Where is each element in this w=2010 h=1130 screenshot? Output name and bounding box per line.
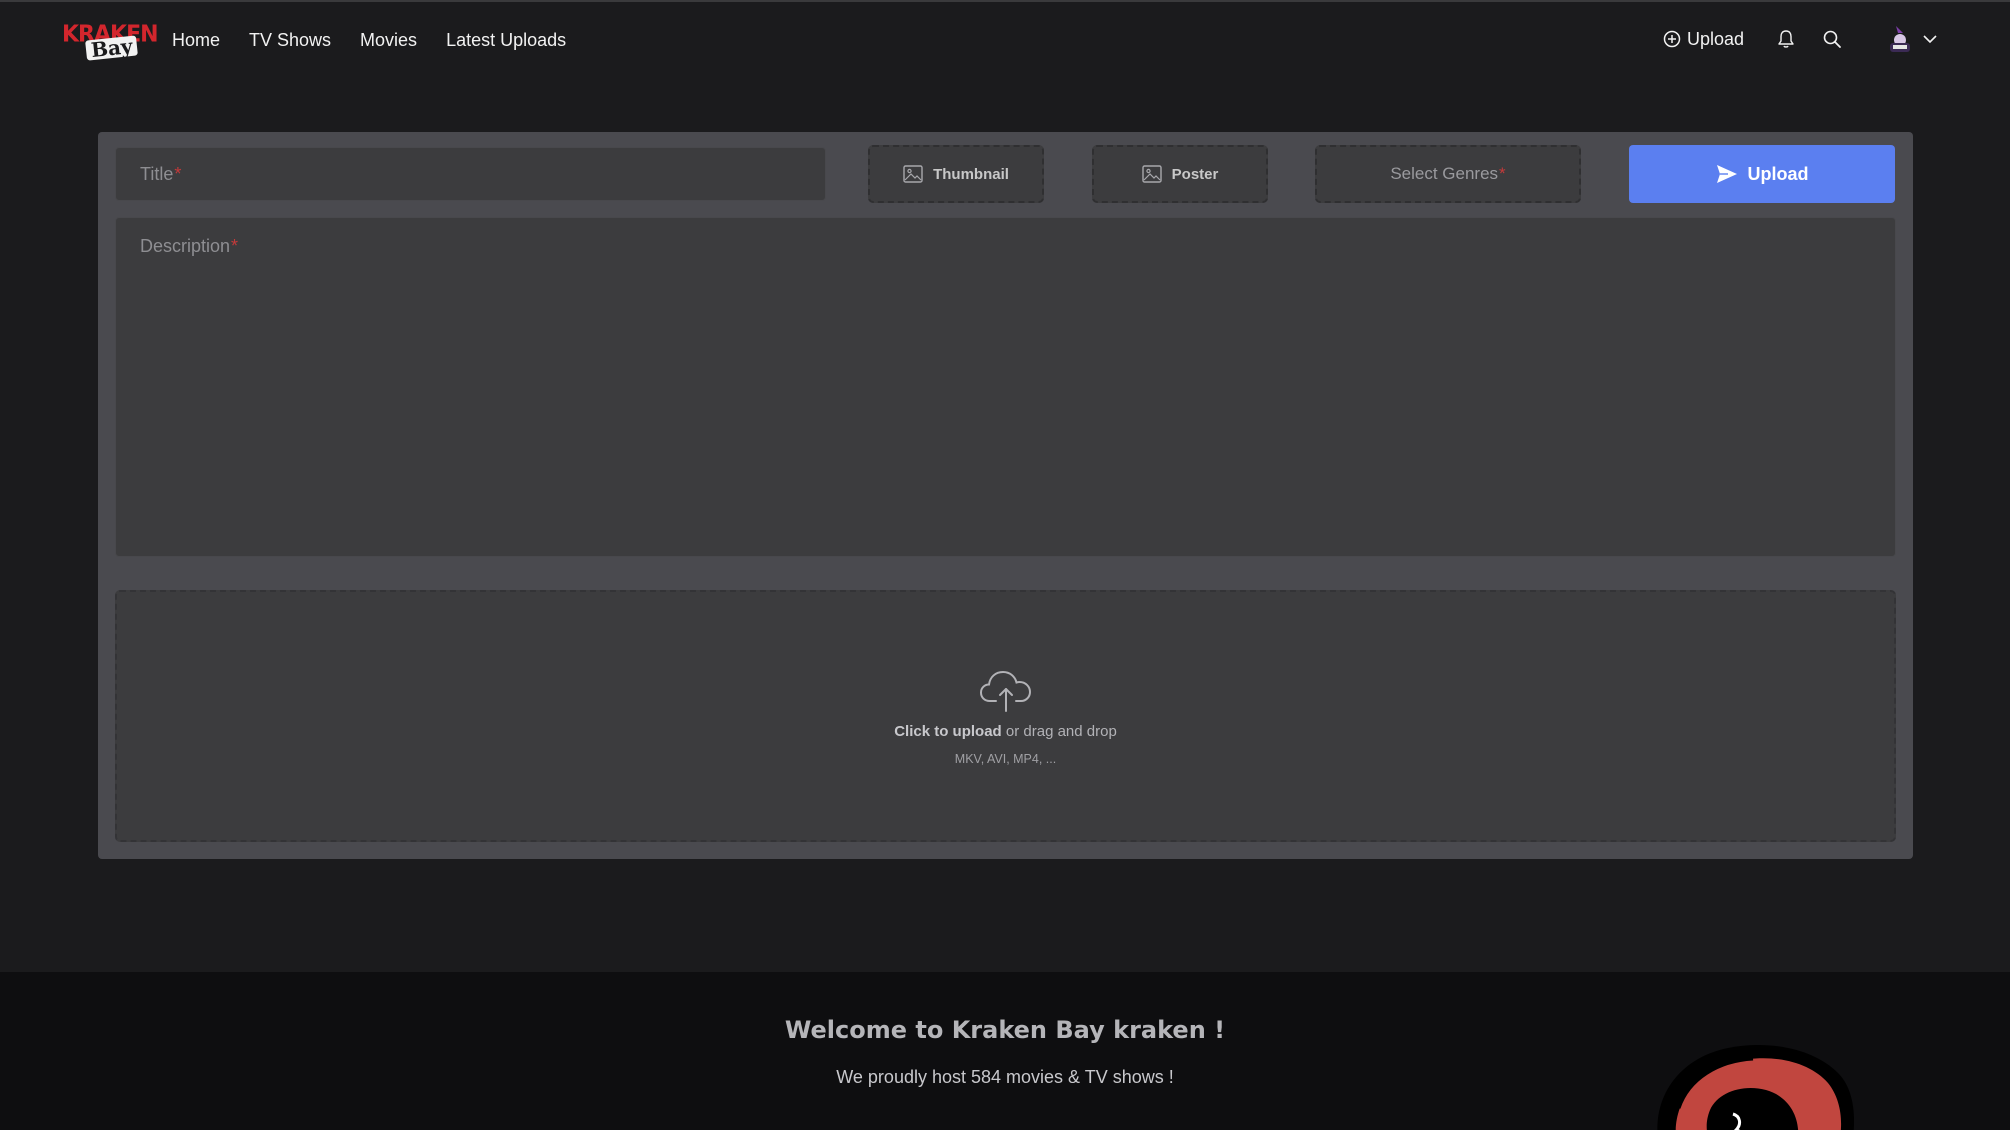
thumbnail-button[interactable]: Thumbnail	[868, 145, 1044, 203]
nav-tv-shows[interactable]: TV Shows	[249, 28, 331, 52]
title-placeholder: Title	[140, 163, 174, 184]
thumbnail-label: Thumbnail	[933, 165, 1009, 183]
submit-upload-button[interactable]: Upload	[1629, 145, 1895, 203]
dropzone-instructions: Click to upload or drag and drop	[894, 723, 1117, 740]
image-icon	[1141, 165, 1162, 183]
click-to-upload-text: Click to upload	[894, 722, 1002, 740]
notifications-button[interactable]	[1774, 27, 1798, 51]
submit-upload-label: Upload	[1747, 163, 1809, 184]
nav-upload-label: Upload	[1686, 28, 1744, 49]
upload-form-card: Title * Thumbnail Poster Select Genres* U…	[98, 132, 1913, 859]
genres-select[interactable]: Select Genres*	[1315, 145, 1581, 203]
main-nav: Home TV Shows Movies Latest Uploads	[172, 28, 566, 52]
required-mark: *	[1499, 164, 1506, 183]
genres-placeholder: Select Genres	[1390, 164, 1499, 183]
required-mark: *	[174, 163, 182, 184]
supported-formats: MKV, AVI, MP4, ...	[954, 751, 1057, 766]
nav-actions: Upload	[1663, 24, 1938, 54]
poster-button[interactable]: Poster	[1092, 145, 1268, 203]
send-icon	[1716, 165, 1737, 183]
logo-text-bottom: Bay	[85, 34, 139, 62]
bell-icon	[1778, 30, 1794, 48]
nav-home[interactable]: Home	[172, 28, 220, 52]
user-menu[interactable]	[1886, 24, 1938, 54]
footer: Welcome to Kraken Bay kraken ! We proudl…	[0, 972, 2010, 1130]
nav-upload-button[interactable]: Upload	[1663, 29, 1744, 50]
file-dropzone[interactable]: Click to upload or drag and drop MKV, AV…	[115, 590, 1896, 842]
drag-drop-text: or drag and drop	[1001, 722, 1117, 740]
required-mark: *	[231, 236, 239, 256]
nav-latest-uploads[interactable]: Latest Uploads	[446, 28, 566, 52]
description-textarea[interactable]: Description*	[115, 217, 1896, 557]
kraken-tentacle-illustration	[1657, 1045, 1855, 1130]
search-icon	[1823, 30, 1841, 48]
image-icon	[903, 165, 923, 183]
kraken-bay-logo[interactable]: KRAKEN Bay	[62, 21, 159, 62]
plus-circle-icon	[1663, 30, 1681, 48]
avatar	[1890, 26, 1910, 52]
description-placeholder: Description	[140, 236, 231, 256]
chevron-down-icon	[1923, 35, 1937, 44]
title-input[interactable]: Title *	[115, 147, 826, 201]
navbar: KRAKEN Bay Home TV Shows Movies Latest U…	[0, 2, 2010, 78]
cloud-upload-icon	[979, 670, 1031, 712]
nav-movies[interactable]: Movies	[360, 28, 417, 52]
poster-label: Poster	[1171, 165, 1219, 183]
search-button[interactable]	[1820, 27, 1844, 51]
